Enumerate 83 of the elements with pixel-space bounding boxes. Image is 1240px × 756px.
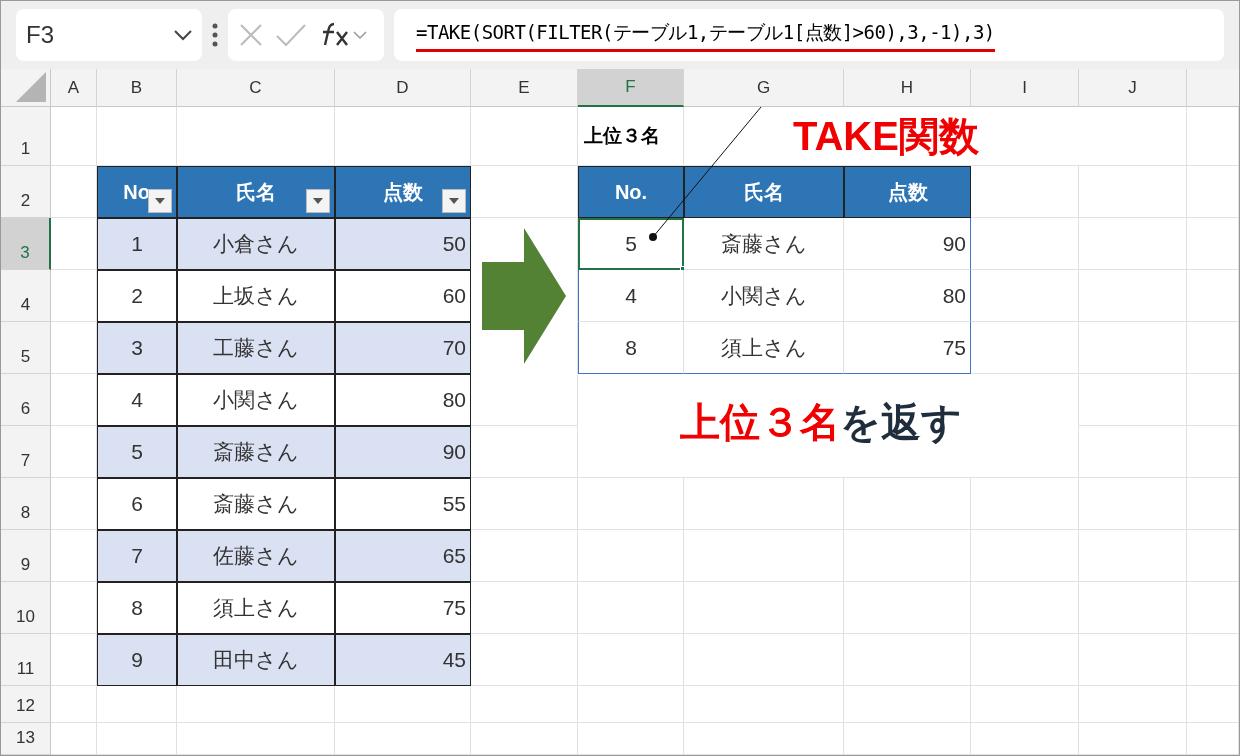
table-cell-text: 小関さん — [720, 282, 807, 309]
row-header[interactable]: 10 — [1, 582, 51, 634]
formula-text: =TAKE(SORT(FILTER(テーブル1,テーブル1[点数]>60),3,-1),3) — [416, 18, 995, 52]
right-arrow-icon — [482, 228, 566, 364]
chevron-down-icon[interactable] — [174, 29, 192, 41]
column-header: 点数 — [887, 180, 928, 205]
row-header[interactable]: 13 — [1, 723, 51, 755]
table-cell-text: 佐藤さん — [213, 543, 299, 570]
table-cell-text: 75 — [442, 595, 466, 622]
table-cell-text: 斎藤さん — [213, 491, 299, 518]
column-header[interactable]: D — [335, 69, 471, 107]
filter-button[interactable] — [148, 189, 172, 213]
name-box[interactable]: F3 — [16, 9, 202, 61]
row-header[interactable]: 5 — [1, 322, 51, 374]
table-cell-text: 65 — [442, 543, 466, 570]
table-cell-text: 田中さん — [213, 647, 299, 674]
column-header[interactable]: G — [684, 69, 844, 107]
table-cell-text: 90 — [442, 439, 466, 466]
more-options-icon[interactable] — [212, 23, 218, 47]
column-header[interactable]: I — [971, 69, 1079, 107]
column-header: 氏名 — [236, 180, 276, 205]
table-cell-text: 6 — [131, 491, 143, 518]
column-header: No. — [614, 180, 648, 205]
row-header[interactable]: 12 — [1, 686, 51, 723]
name-box-value: F3 — [26, 20, 54, 50]
table-cell-text: 90 — [942, 230, 966, 257]
column-header[interactable]: H — [844, 69, 971, 107]
table-cell-text: 5 — [131, 439, 143, 466]
row-header[interactable]: 6 — [1, 374, 51, 426]
table-cell-text: 小倉さん — [213, 231, 299, 258]
table-cell-text: 60 — [442, 283, 466, 310]
table-cell-text: 4 — [131, 387, 143, 414]
row-header[interactable]: 7 — [1, 426, 51, 478]
table-cell-text: 80 — [442, 387, 466, 414]
table-cell-text: 1 — [131, 231, 143, 258]
caret-icon — [155, 198, 165, 204]
table-cell-text: 55 — [442, 491, 466, 518]
column-header: No — [123, 180, 150, 205]
column-header: 点数 — [383, 180, 423, 205]
check-icon[interactable] — [276, 24, 306, 46]
column-header[interactable]: C — [177, 69, 335, 107]
column-header[interactable]: J — [1079, 69, 1187, 107]
table-cell-text: 3 — [131, 335, 143, 362]
column-header[interactable]: F — [578, 69, 684, 107]
table-cell-text: 小関さん — [213, 387, 299, 414]
table-cell-text: 2 — [131, 283, 143, 310]
table-cell-text: 斎藤さん — [213, 439, 299, 466]
table-cell-text: 7 — [131, 543, 143, 570]
row-header[interactable]: 3 — [1, 218, 51, 270]
table-cell-text: 75 — [942, 334, 966, 361]
table-cell-text: 50 — [442, 231, 466, 258]
table-cell-text: 45 — [442, 647, 466, 674]
table-cell-text: 須上さん — [213, 595, 299, 622]
filter-button[interactable] — [442, 189, 466, 213]
filter-button[interactable] — [306, 189, 330, 213]
row-header[interactable]: 4 — [1, 270, 51, 322]
column-header[interactable]: A — [51, 69, 97, 107]
column-header: 氏名 — [744, 180, 784, 205]
table-cell-text: 8 — [131, 595, 143, 622]
caret-icon — [313, 198, 323, 204]
row-header[interactable]: 9 — [1, 530, 51, 582]
row-header[interactable]: 11 — [1, 634, 51, 686]
table-cell-text: 5 — [625, 231, 637, 258]
table-cell-text: 斎藤さん — [720, 230, 807, 257]
table-cell-text: 9 — [131, 647, 143, 674]
table-cell-text: 8 — [625, 334, 637, 361]
cancel-icon[interactable] — [240, 24, 262, 46]
table-cell-text: 上坂さん — [213, 283, 299, 310]
column-header[interactable]: E — [471, 69, 578, 107]
table-cell-text: 80 — [942, 282, 966, 309]
result-title: 上位３名 — [584, 123, 660, 148]
column-header[interactable] — [1187, 69, 1239, 107]
table-cell-text: 須上さん — [720, 334, 807, 361]
select-all-icon[interactable] — [16, 72, 46, 102]
row-header[interactable]: 1 — [1, 107, 51, 166]
table-cell-text: 4 — [625, 282, 637, 309]
row-header[interactable]: 8 — [1, 478, 51, 530]
row-header[interactable]: 2 — [1, 166, 51, 218]
caret-icon — [449, 198, 459, 204]
formula-input[interactable]: =TAKE(SORT(FILTER(テーブル1,テーブル1[点数]>60),3,-1),3) — [394, 9, 1224, 61]
table-cell-text: 工藤さん — [213, 335, 299, 362]
table-cell-text: 70 — [442, 335, 466, 362]
column-header[interactable]: B — [97, 69, 177, 107]
